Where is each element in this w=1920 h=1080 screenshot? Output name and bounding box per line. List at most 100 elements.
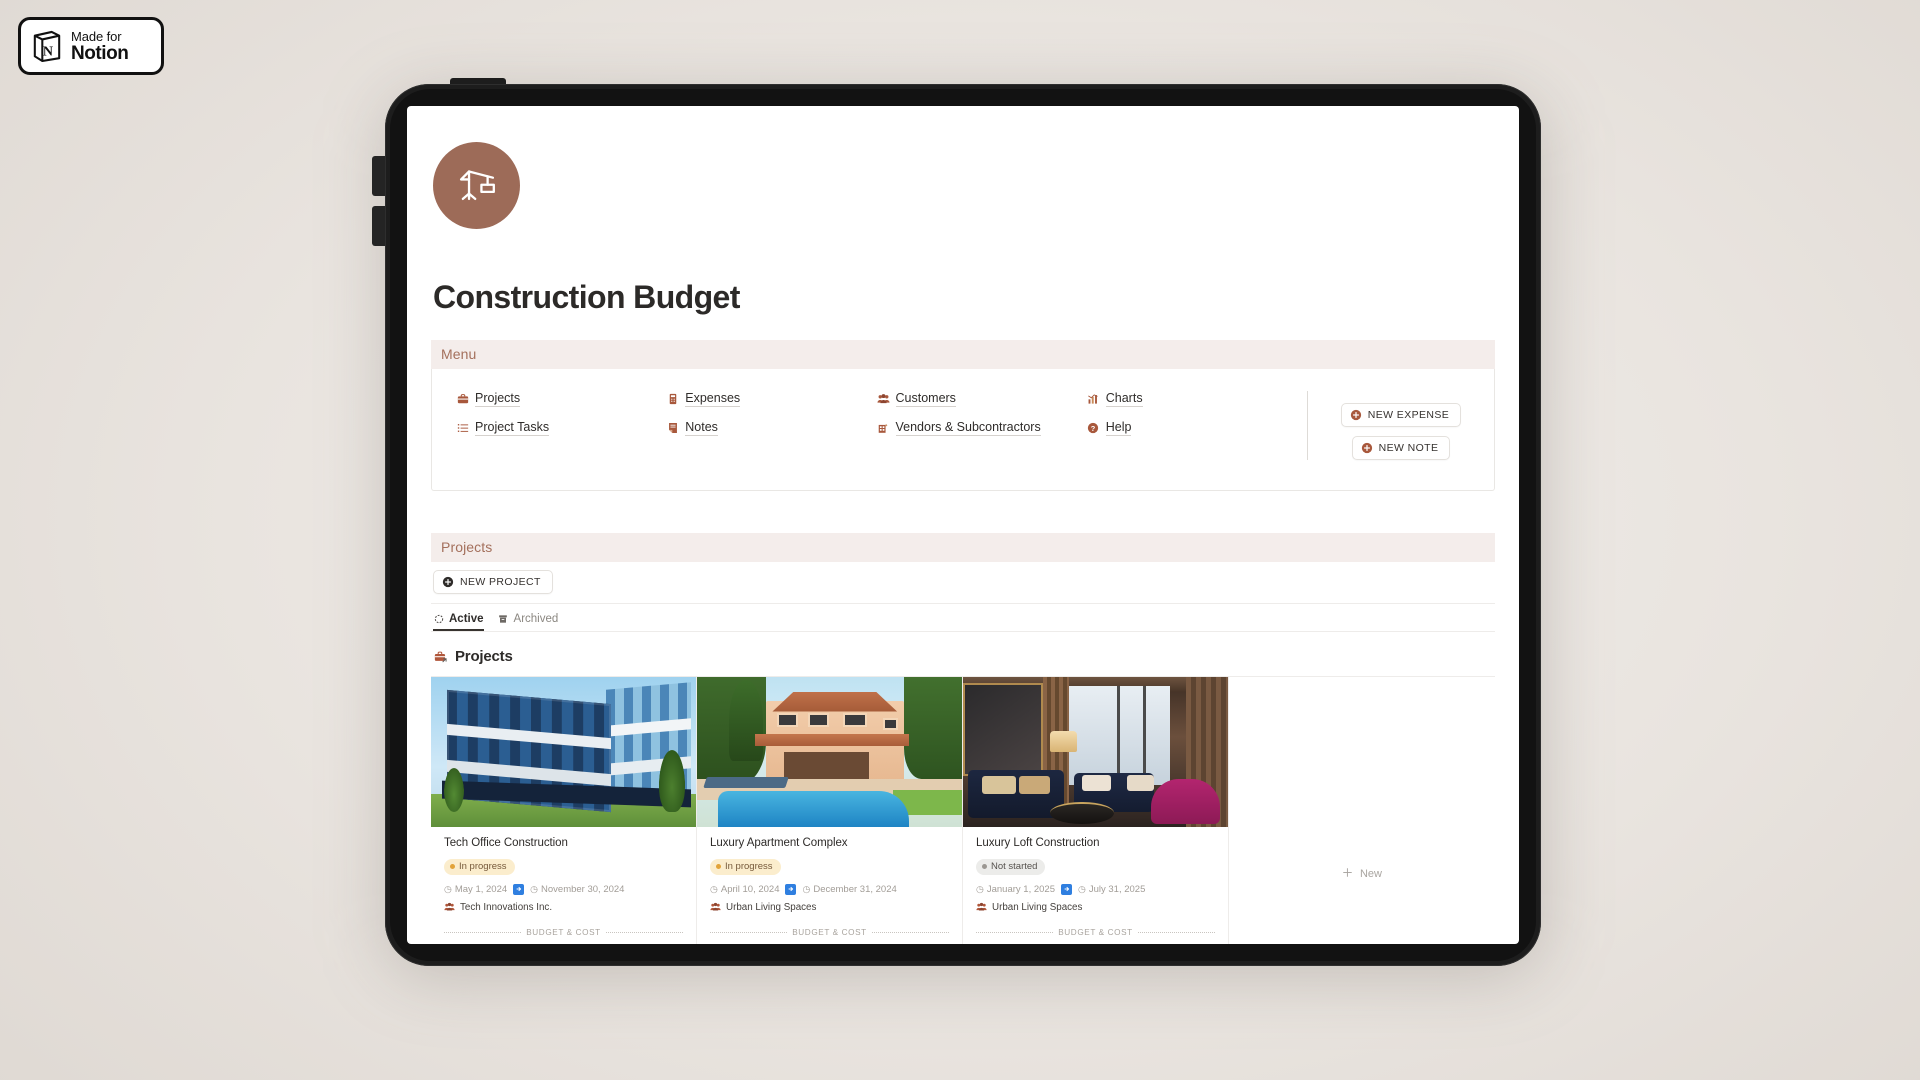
projects-toolbar: NEW PROJECT xyxy=(431,562,1495,604)
tab-active-label: Active xyxy=(449,613,484,625)
project-customer: Urban Living Spaces xyxy=(976,902,1215,913)
project-card-image xyxy=(963,677,1228,827)
page-title: Construction Budget xyxy=(433,279,740,315)
status-badge: In progress xyxy=(710,858,781,875)
menu-section-header: Menu xyxy=(431,340,1495,369)
new-expense-button[interactable]: NEW EXPENSE xyxy=(1340,403,1462,427)
menu-item-help[interactable]: ? Help xyxy=(1087,420,1297,436)
divider-line-right xyxy=(871,931,949,933)
projects-view-tabs: Active Archived xyxy=(431,604,1495,632)
new-project-button[interactable]: NEW PROJECT xyxy=(433,570,553,594)
gallery-title-row: Projects xyxy=(431,632,1495,676)
tab-active[interactable]: Active xyxy=(433,613,484,631)
bar-chart-icon xyxy=(1087,393,1100,406)
notion-badge-text: Made for Notion xyxy=(71,28,129,63)
status-badge: In progress xyxy=(444,858,515,875)
divider-line-right xyxy=(605,931,683,933)
menu-item-project-tasks[interactable]: Project Tasks xyxy=(456,420,666,436)
status-label: In progress xyxy=(459,861,507,872)
crane-icon xyxy=(454,160,500,211)
project-customer: Tech Innovations Inc. xyxy=(444,902,683,913)
menu-item-notes[interactable]: Notes xyxy=(666,420,876,436)
page-icon xyxy=(433,142,520,229)
clock-icon: ◷ xyxy=(1078,883,1086,894)
tablet-screen: Construction Budget Menu Projects Expens… xyxy=(407,106,1519,944)
status-dot-icon xyxy=(716,864,721,869)
plus-circle-icon xyxy=(1361,442,1373,454)
customer-name: Tech Innovations Inc. xyxy=(460,901,553,913)
menu-item-label: Vendors & Subcontractors xyxy=(895,420,1041,436)
budget-cost-divider-label: BUDGET & COST xyxy=(1058,927,1133,937)
clock-icon: ◷ xyxy=(444,883,452,894)
note-icon xyxy=(666,422,679,435)
budget-cost-divider-label: BUDGET & COST xyxy=(526,927,601,937)
notion-page-content: Construction Budget Menu Projects Expens… xyxy=(407,106,1519,944)
project-card-title: Luxury Apartment Complex xyxy=(710,837,848,849)
briefcase-icon xyxy=(456,393,469,406)
clock-icon: ◷ xyxy=(802,883,811,894)
divider-line-right xyxy=(1137,931,1215,933)
project-card[interactable]: Luxury Loft Construction Not started ◷ J… xyxy=(963,677,1229,944)
menu-item-expenses[interactable]: Expenses xyxy=(666,391,876,407)
plus-circle-icon xyxy=(1350,409,1362,421)
menu-item-projects[interactable]: Projects xyxy=(456,391,666,407)
end-date: July 31, 2025 xyxy=(1088,883,1146,895)
project-card-image xyxy=(431,677,696,827)
start-date: April 10, 2024 xyxy=(720,883,780,895)
menu-item-label: Project Tasks xyxy=(475,420,550,436)
new-project-label: NEW PROJECT xyxy=(460,576,541,588)
budget-cost-divider: BUDGET & COST xyxy=(976,928,1215,937)
notion-cube-icon: N xyxy=(32,30,62,63)
svg-text:?: ? xyxy=(1091,424,1096,433)
project-date-range: ◷ January 1, 2025 ◷ July 31, 2025 xyxy=(976,883,1215,895)
projects-database-block: NEW PROJECT Active Archived Projects Tec… xyxy=(431,562,1495,944)
project-card-image xyxy=(697,677,962,827)
question-circle-icon: ? xyxy=(1087,422,1100,435)
project-card[interactable]: Luxury Apartment Complex In progress ◷ A… xyxy=(697,677,963,944)
badge-made-for-label: Made for xyxy=(71,28,122,44)
project-card[interactable]: Tech Office Construction In progress ◷ M… xyxy=(431,677,697,944)
start-date: January 1, 2025 xyxy=(986,883,1055,895)
menu-item-label: Projects xyxy=(475,391,521,407)
budget-cost-divider-label: BUDGET & COST xyxy=(792,927,867,937)
menu-card: Projects Expenses Customers Charts Proje… xyxy=(431,369,1495,491)
tab-archived-label: Archived xyxy=(513,613,559,625)
gallery-title-label: Projects xyxy=(455,648,513,665)
made-for-notion-badge: N Made for Notion xyxy=(18,17,164,75)
people-icon xyxy=(976,902,987,913)
clock-icon: ◷ xyxy=(530,883,539,894)
project-date-range: ◷ May 1, 2024 ◷ November 30, 2024 xyxy=(444,883,683,895)
new-expense-label: NEW EXPENSE xyxy=(1367,409,1450,421)
page-scroll-area[interactable]: Construction Budget Menu Projects Expens… xyxy=(407,106,1519,944)
tab-archived[interactable]: Archived xyxy=(498,613,559,631)
status-badge: Not started xyxy=(976,858,1046,875)
customer-name: Urban Living Spaces xyxy=(992,901,1083,913)
project-customer: Urban Living Spaces xyxy=(710,902,949,913)
svg-text:N: N xyxy=(43,43,53,59)
new-card-inner: New xyxy=(1342,867,1382,881)
new-project-card[interactable]: New xyxy=(1229,677,1495,944)
menu-item-label: Notes xyxy=(685,420,718,436)
receipt-icon xyxy=(666,393,679,406)
project-card-title: Tech Office Construction xyxy=(444,837,568,849)
archive-icon xyxy=(498,614,509,625)
new-note-button[interactable]: NEW NOTE xyxy=(1351,436,1451,460)
new-card-label: New xyxy=(1359,868,1382,880)
menu-item-label: Charts xyxy=(1105,391,1143,407)
people-icon xyxy=(710,902,721,913)
status-dot-icon xyxy=(450,864,455,869)
customer-name: Urban Living Spaces xyxy=(726,901,817,913)
projects-gallery: Tech Office Construction In progress ◷ M… xyxy=(431,676,1495,944)
menu-item-vendors-subcontractors[interactable]: Vendors & Subcontractors xyxy=(877,420,1087,436)
arrow-right-icon xyxy=(1061,883,1072,895)
project-date-range: ◷ April 10, 2024 ◷ December 31, 2024 xyxy=(710,883,949,895)
project-card-title: Luxury Loft Construction xyxy=(976,837,1100,849)
menu-item-charts[interactable]: Charts xyxy=(1087,391,1297,407)
start-date: May 1, 2024 xyxy=(454,883,508,895)
status-label: Not started xyxy=(991,861,1038,872)
vendor-icon xyxy=(877,422,890,435)
menu-item-customers[interactable]: Customers xyxy=(876,391,1087,407)
circle-dashed-icon xyxy=(433,614,444,625)
briefcase-link-icon xyxy=(433,649,448,664)
list-icon xyxy=(456,422,469,435)
